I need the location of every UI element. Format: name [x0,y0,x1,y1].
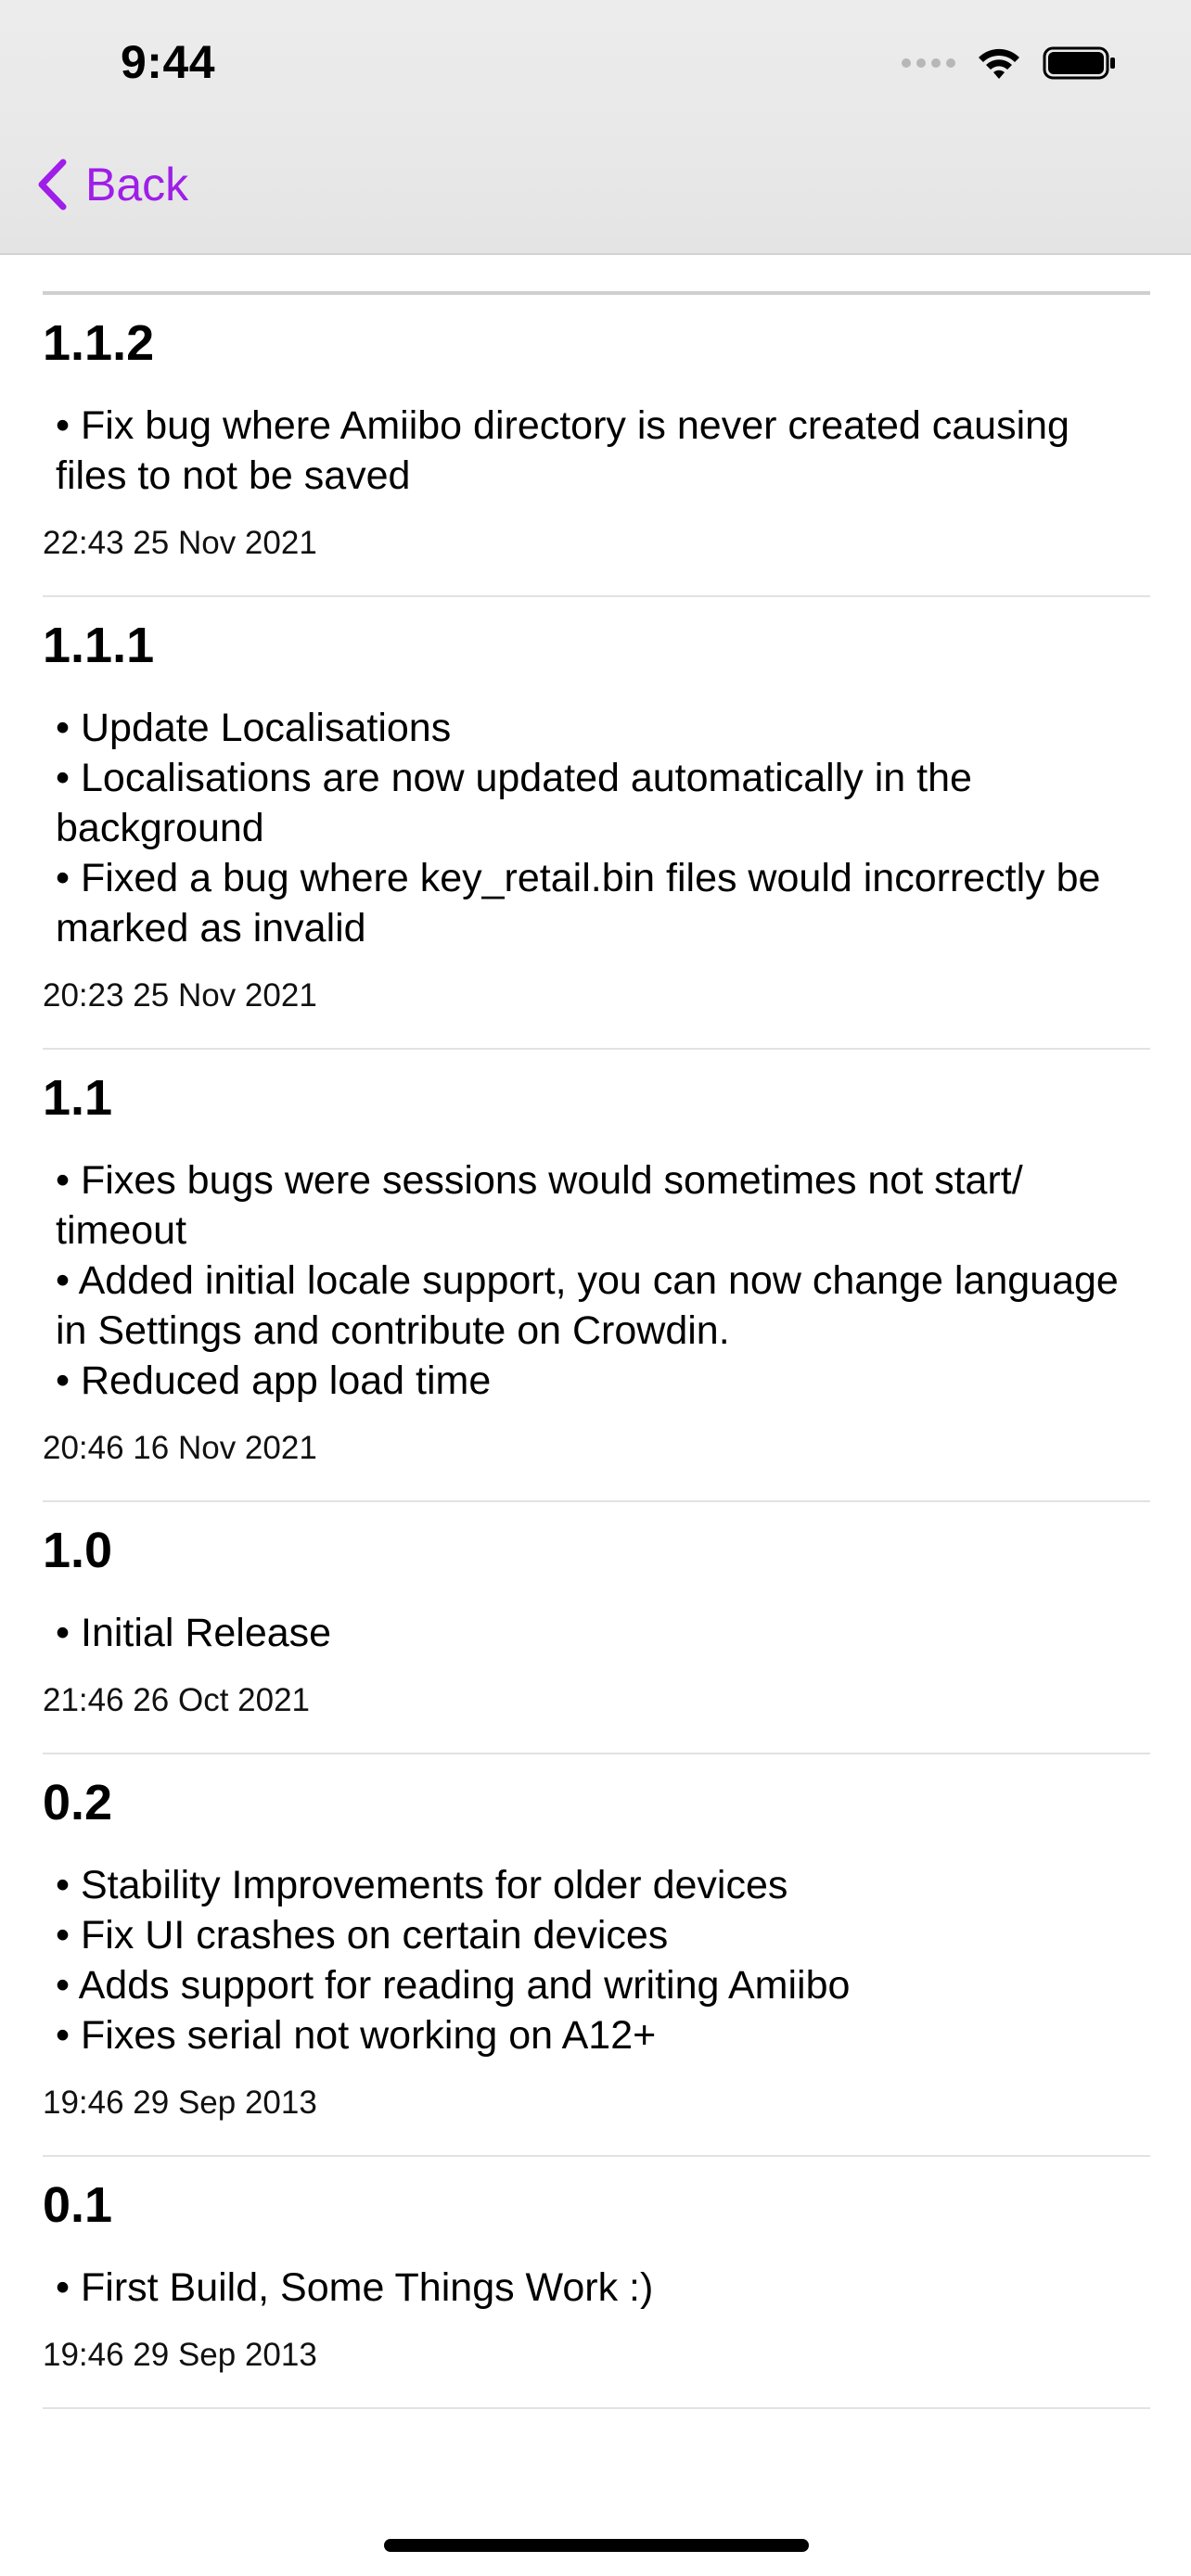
release-note: • Fixed a bug where key_retail.bin files… [56,856,1101,950]
release-date: 22:43 25 Nov 2021 [43,525,317,561]
release-note: • First Build, Some Things Work :) [56,2265,654,2310]
release-date: 20:23 25 Nov 2021 [43,977,317,1014]
release-notes-list[interactable]: 1.1.2 • Fix bug where Amiibo directory i… [43,291,1150,2409]
release-entry: 1.1 • Fixes bugs were sessions would som… [43,1050,1150,1502]
release-notes: • Stability Improvements for older devic… [43,1860,1150,2060]
release-notes: • First Build, Some Things Work :) [43,2263,1150,2313]
release-note: • Fix UI crashes on certain devices [56,1913,669,1958]
release-entry: 0.1 • First Build, Some Things Work :) 1… [43,2157,1150,2409]
release-note: • Stability Improvements for older devic… [56,1863,788,1907]
release-date: 19:46 29 Sep 2013 [43,2085,317,2121]
release-notes: • Fix bug where Amiibo directory is neve… [43,401,1150,501]
release-entry: 1.1.1 • Update Localisations • Localisat… [43,597,1150,1050]
navigation-bar: 9:44 Back [0,0,1191,255]
version-title: 1.0 [43,1523,113,1578]
version-title: 0.1 [43,2177,113,2233]
release-notes: • Update Localisations • Localisations a… [43,703,1150,953]
back-label: Back [85,159,189,210]
version-title: 1.1.1 [43,618,155,673]
release-entry: 1.1.2 • Fix bug where Amiibo directory i… [43,295,1150,597]
release-note: • Adds support for reading and writing A… [56,1963,851,2008]
release-note: • Fixes bugs were sessions would sometim… [56,1158,1023,1253]
release-entry: 1.0 • Initial Release 21:46 26 Oct 2021 [43,1502,1150,1754]
release-notes: • Fixes bugs were sessions would sometim… [43,1155,1150,1406]
release-note: • Fix bug where Amiibo directory is neve… [56,403,1069,498]
status-icons [902,45,1117,82]
release-note: • Initial Release [56,1611,332,1655]
release-note: • Reduced app load time [56,1358,492,1403]
release-note: • Update Localisations [56,706,452,750]
release-date: 21:46 26 Oct 2021 [43,1682,310,1718]
status-time: 9:44 [121,36,216,88]
chevron-left-icon [38,159,67,210]
battery-icon [1043,46,1115,80]
release-note: • Added initial locale support, you can … [56,1258,1119,1353]
release-date: 20:46 16 Nov 2021 [43,1430,317,1466]
cellular-signal-icon [902,58,955,68]
back-button[interactable]: Back [35,158,188,211]
wifi-icon [979,48,1019,79]
version-title: 1.1 [43,1070,113,1126]
release-date: 19:46 29 Sep 2013 [43,2337,317,2373]
version-title: 0.2 [43,1775,113,1830]
release-entry: 0.2 • Stability Improvements for older d… [43,1754,1150,2157]
version-title: 1.1.2 [43,315,155,371]
home-indicator[interactable] [384,2539,809,2552]
release-note: • Fixes serial not working on A12+ [56,2013,657,2058]
release-note: • Localisations are now updated automati… [56,756,972,850]
release-notes: • Initial Release [43,1608,1150,1658]
